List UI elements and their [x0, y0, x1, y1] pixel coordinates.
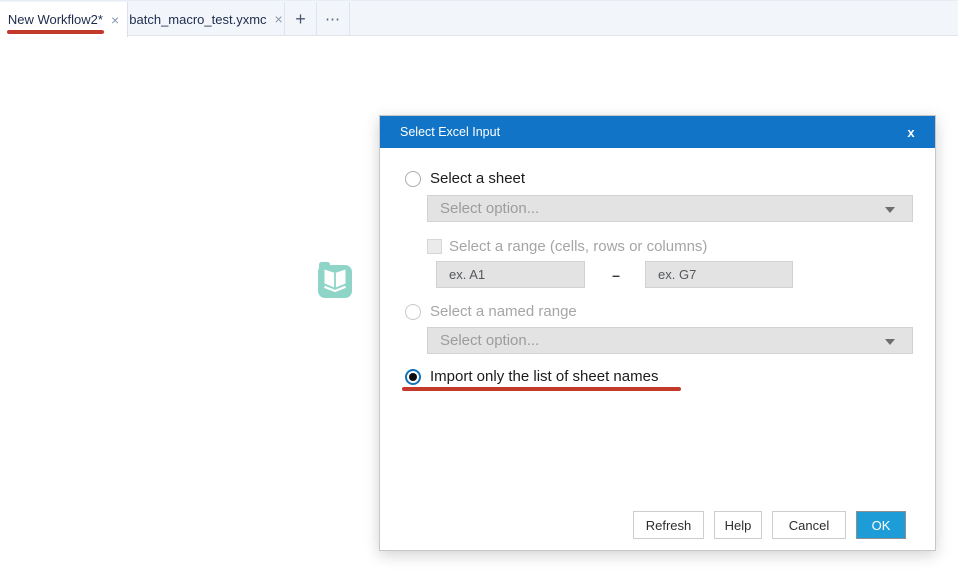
dialog-close-icon[interactable]: x: [900, 121, 922, 143]
select-sheet-label: Select a sheet: [430, 170, 526, 187]
named-range-dropdown: Select option...: [427, 327, 913, 354]
tab-label: batch_macro_test.yxmc: [129, 11, 267, 27]
excel-sheet-names-tool-icon[interactable]: [317, 262, 353, 299]
range-from-input: [436, 261, 585, 288]
dialog-header[interactable]: Select Excel Input x: [380, 116, 935, 148]
select-sheet-radio[interactable]: [405, 170, 421, 187]
range-to-input: [645, 261, 793, 288]
new-tab-button[interactable]: +: [285, 2, 317, 36]
named-range-dropdown-placeholder: Select option...: [440, 332, 540, 349]
select-range-label: Select a range (cells, rows or columns): [449, 238, 708, 255]
open-book-icon: [318, 262, 352, 298]
named-range-radio: [405, 303, 421, 320]
refresh-button[interactable]: Refresh: [633, 511, 704, 539]
tab-bar: New Workflow2* × batch_macro_test.yxmc ×…: [0, 0, 958, 37]
sheet-dropdown-placeholder: Select option...: [440, 200, 540, 217]
sheet-names-label: Import only the list of sheet names: [430, 368, 659, 385]
close-tab-icon[interactable]: ×: [275, 12, 283, 26]
help-button[interactable]: Help: [714, 511, 762, 539]
sheet-dropdown: Select option...: [427, 195, 913, 222]
annotation-underline-option: [402, 387, 681, 391]
select-excel-input-dialog: Select Excel Input x Select a sheet Sele…: [379, 115, 936, 551]
dialog-title: Select Excel Input: [400, 125, 501, 139]
tab-batch-macro-test[interactable]: batch_macro_test.yxmc ×: [128, 2, 285, 36]
annotation-underline-tab: [7, 30, 104, 34]
tab-label: New Workflow2*: [7, 12, 103, 27]
ok-button[interactable]: OK: [856, 511, 906, 539]
tab-new-workflow[interactable]: New Workflow2* ×: [0, 2, 128, 37]
range-separator: –: [612, 266, 620, 283]
close-tab-icon[interactable]: ×: [111, 13, 119, 27]
select-range-checkbox: [427, 239, 442, 254]
sheet-names-option[interactable]: Import only the list of sheet names: [405, 368, 658, 385]
chevron-down-icon: [885, 339, 895, 345]
cancel-button[interactable]: Cancel: [772, 511, 846, 539]
select-range-option: Select a range (cells, rows or columns): [427, 238, 707, 255]
chevron-down-icon: [885, 207, 895, 213]
sheet-names-radio[interactable]: [405, 368, 421, 385]
named-range-option: Select a named range: [405, 303, 577, 320]
named-range-label: Select a named range: [430, 303, 577, 320]
select-sheet-option[interactable]: Select a sheet: [405, 170, 525, 187]
tab-overflow-button[interactable]: ⋯: [317, 2, 350, 36]
